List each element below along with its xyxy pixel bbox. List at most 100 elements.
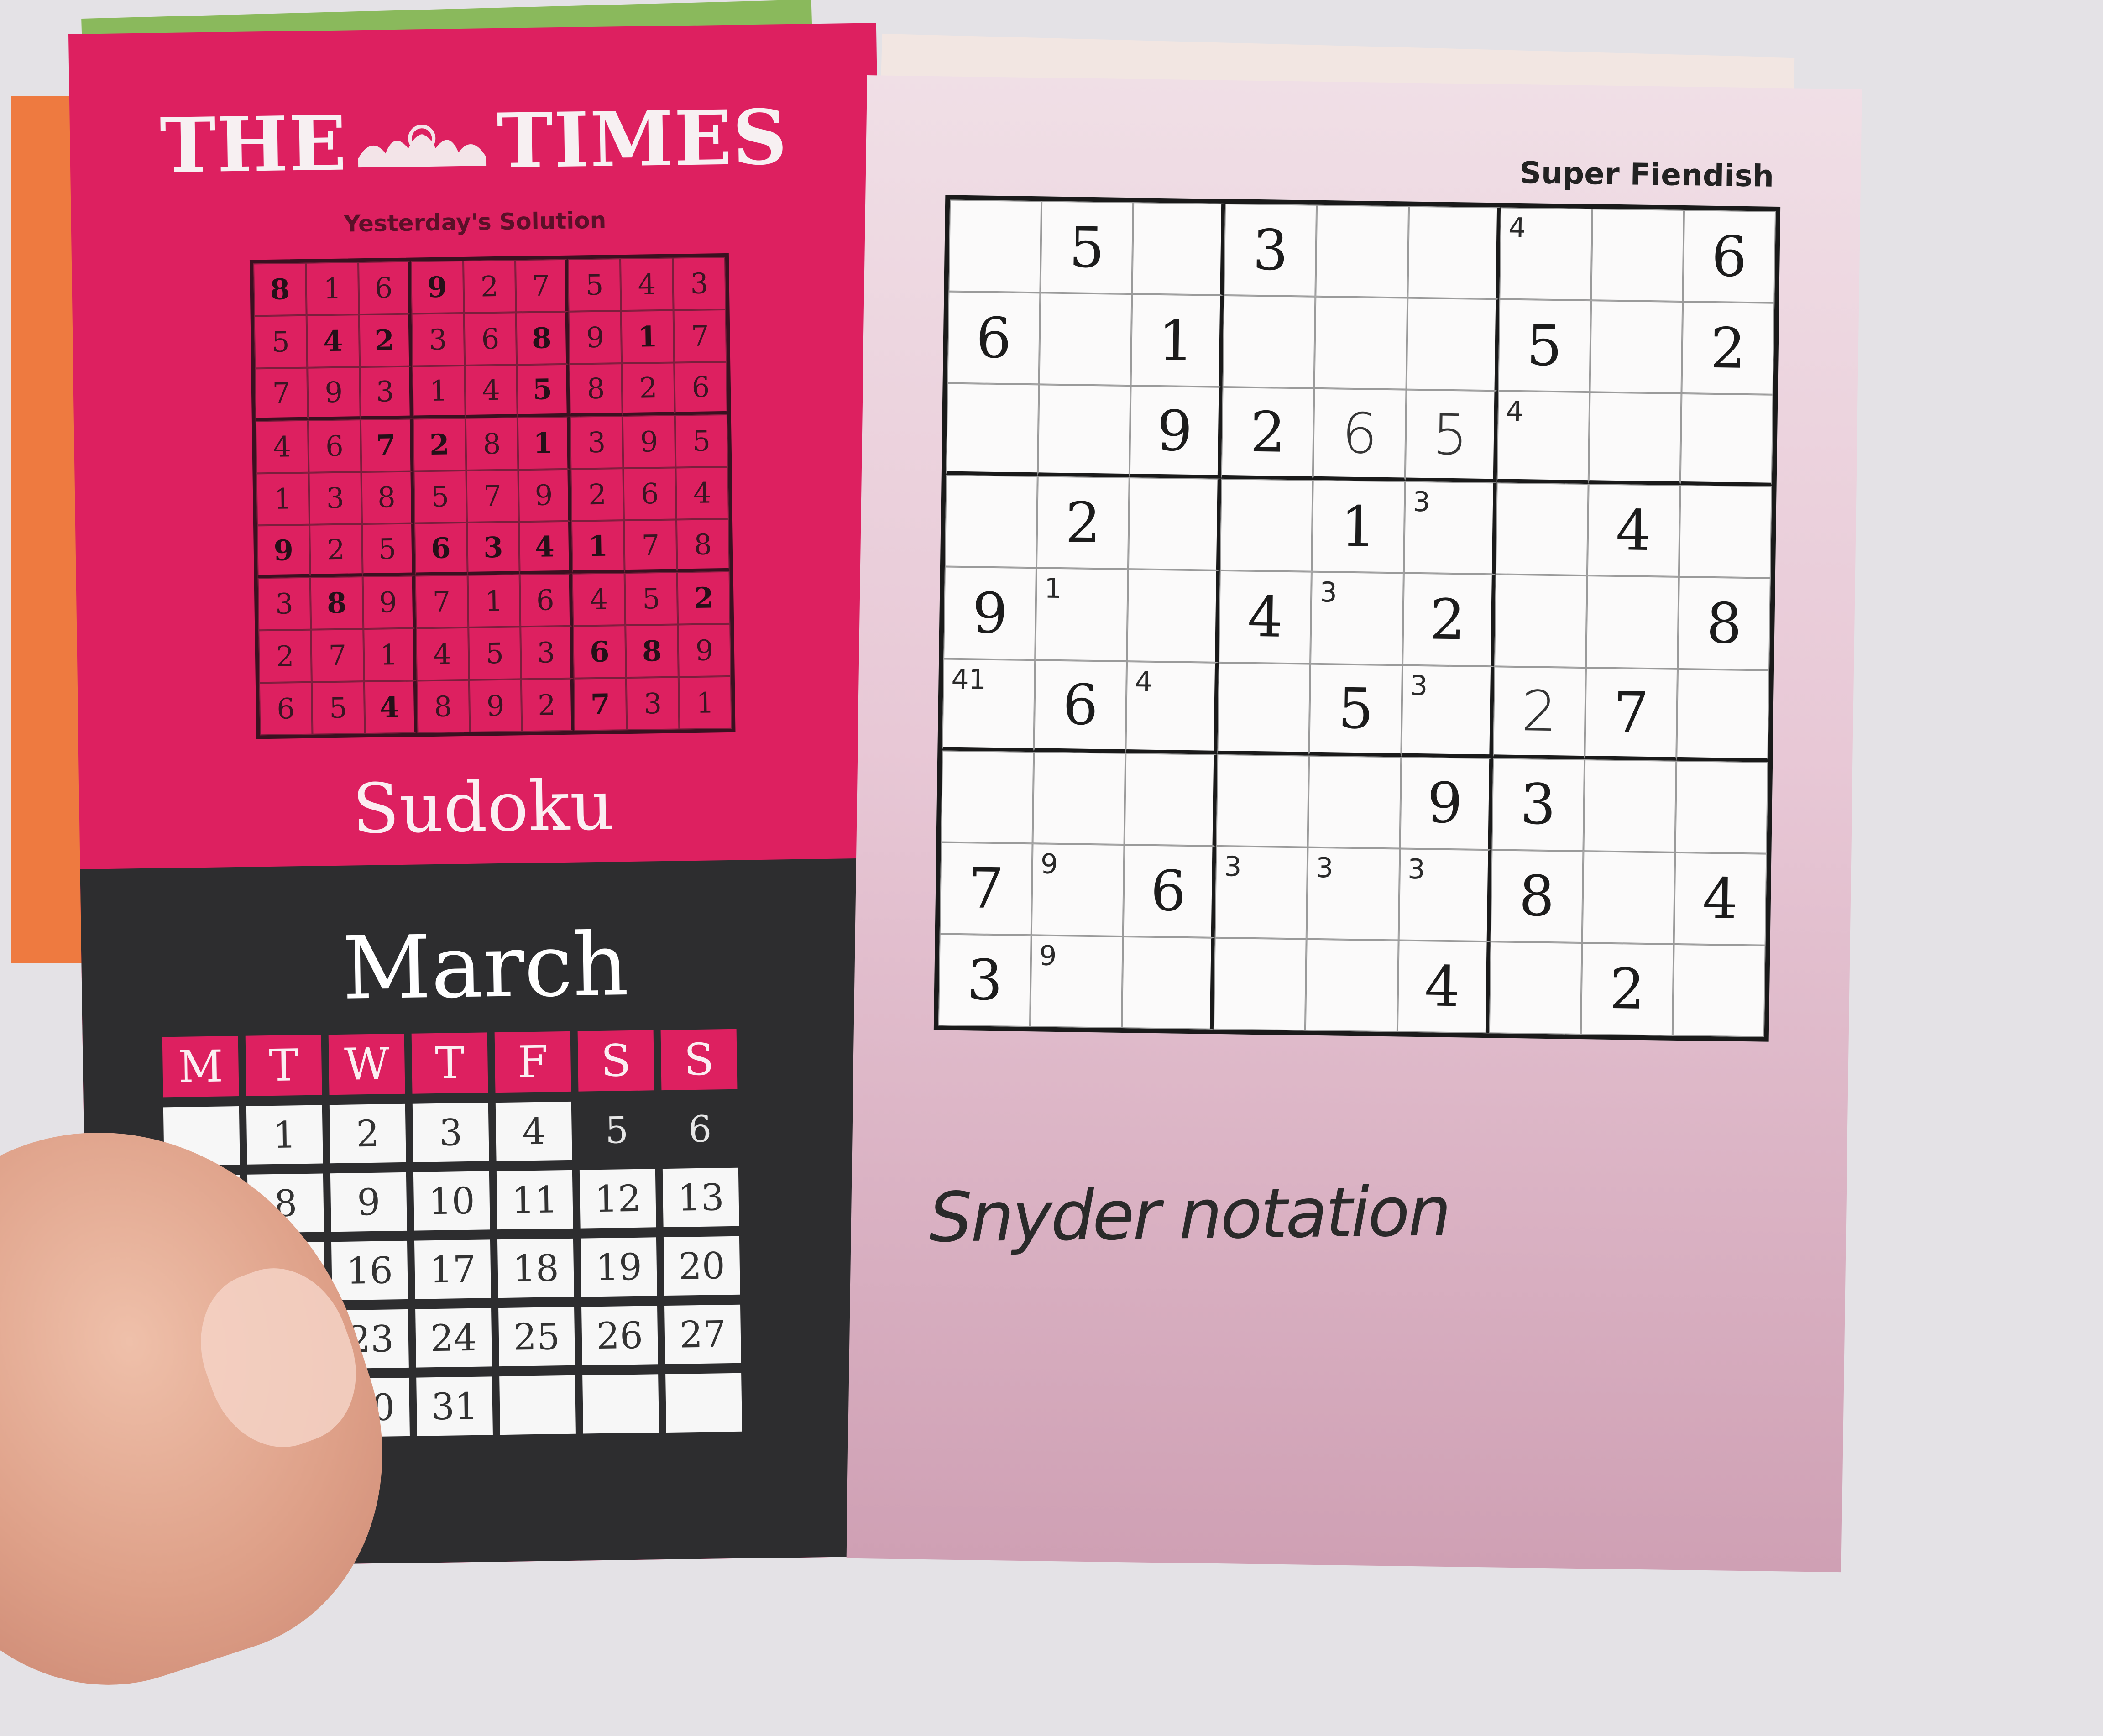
given-digit: 4 [1702,866,1739,932]
puzzle-cell[interactable] [1308,755,1401,849]
puzzle-cell[interactable] [1495,482,1589,576]
puzzle-cell[interactable]: 6 [1034,659,1127,753]
puzzle-cell[interactable]: 2 [1221,387,1314,481]
puzzle-cell[interactable]: 4 [1219,570,1312,664]
puzzle-cell[interactable]: 1 [1130,294,1224,387]
puzzle-cell[interactable] [1489,941,1582,1035]
puzzle-cell[interactable]: 2 [1402,573,1496,666]
puzzle-cell[interactable] [1124,753,1218,846]
pencil-mark: 3 [1315,852,1334,884]
puzzle-cell[interactable] [1220,479,1313,572]
solution-cell: 3 [520,626,574,680]
puzzle-cell[interactable]: 5 [1498,299,1591,392]
puzzle-cell[interactable]: 3 [1307,847,1400,941]
puzzle-cell[interactable]: 7 [939,842,1033,936]
puzzle-cell[interactable]: 3 [938,934,1031,1027]
puzzle-cell[interactable] [1127,569,1220,663]
puzzle-cell[interactable] [1591,209,1684,302]
puzzle-cell[interactable]: 2 [1036,476,1130,570]
puzzle-cell[interactable]: 2 [1681,302,1775,395]
puzzle-cell[interactable]: 9 [1400,757,1493,850]
puzzle-cell[interactable]: 4 [1496,391,1590,484]
puzzle-cell[interactable] [1032,751,1126,845]
puzzle-cell[interactable] [1406,298,1499,391]
solution-cell: 2 [463,260,517,313]
puzzle-cell[interactable] [1122,936,1215,1030]
puzzle-cell[interactable] [941,750,1034,843]
puzzle-cell[interactable] [1132,202,1225,296]
puzzle-cell[interactable]: 8 [1490,850,1584,943]
puzzle-cell[interactable] [1582,851,1675,944]
puzzle-cell[interactable]: 9 [1031,843,1125,936]
puzzle-cell[interactable]: 2 [1580,942,1674,1036]
puzzle-cell[interactable]: 3 [1401,665,1494,758]
puzzle-cell[interactable] [1222,295,1316,388]
puzzle-cell[interactable]: 3 [1491,758,1585,851]
puzzle-cell[interactable]: 1 [1312,480,1405,573]
puzzle-cell[interactable] [1679,485,1772,579]
puzzle-cell[interactable]: 3 [1224,203,1317,297]
puzzle-cell[interactable]: 3 [1398,848,1492,942]
given-digit: 2 [1710,315,1747,381]
puzzle-cell[interactable] [1494,574,1587,668]
solution-cell: 2 [309,524,363,578]
puzzle-cell[interactable]: 4 [1674,852,1767,946]
puzzle-cell[interactable] [1676,669,1769,762]
calendar-day: 9 [330,1172,407,1232]
calendar-day: 3 [412,1103,489,1162]
calendar-day: 12 [579,1169,656,1229]
puzzle-cell[interactable]: 8 [1677,577,1771,670]
puzzle-cell[interactable]: 3 [1403,481,1497,575]
puzzle-cell[interactable]: 4 [1499,207,1592,301]
puzzle-cell[interactable]: 9 [943,566,1037,660]
puzzle-cell[interactable]: 3 [1215,846,1308,939]
puzzle-cell[interactable] [1680,393,1773,487]
puzzle-cell[interactable]: 2 [1492,666,1586,759]
calendar-weekday: S [577,1030,654,1092]
puzzle-cell[interactable] [1675,760,1768,854]
puzzle-cell[interactable] [1314,296,1407,390]
puzzle-cell[interactable]: 6 [1123,844,1216,938]
solution-cell: 1 [621,310,675,363]
puzzle-cell[interactable]: 6 [947,291,1041,385]
puzzle-cell[interactable]: 9 [1030,935,1123,1028]
puzzle-cell[interactable] [1216,754,1309,847]
puzzle-cell[interactable] [1583,759,1677,852]
puzzle-cell[interactable]: 41 [942,659,1036,752]
puzzle-cell[interactable] [1128,477,1222,571]
solution-cell: 6 [414,523,468,576]
puzzle-cell[interactable]: 7 [1584,667,1678,761]
puzzle-cell[interactable] [1315,204,1409,298]
solution-cell: 9 [410,260,464,314]
puzzle-cell[interactable] [1590,300,1683,394]
given-digit: 2 [1065,490,1101,556]
puzzle-cell[interactable]: 3 [1310,572,1404,665]
puzzle-cell[interactable] [1407,206,1501,299]
puzzle-cell[interactable] [948,199,1042,293]
puzzle-cell[interactable] [1037,384,1131,478]
solution-cell: 6 [623,467,677,521]
given-digit: 9 [1156,398,1193,464]
puzzle-cell[interactable] [1672,944,1766,1037]
puzzle-cell[interactable]: 4 [1397,940,1491,1034]
puzzle-cell[interactable] [1305,939,1399,1032]
solution-cell: 4 [464,365,518,418]
puzzle-cell[interactable]: 5 [1309,664,1402,757]
puzzle-cell[interactable]: 9 [1129,386,1223,479]
puzzle-grid: 5 3 4 6 6 1 5 2 9 2 6 5 4 2 1 3 4 9 1 4 3 2 8 41 6 4 5 3 2 7 9 3 7 9 6 3 3 3 8… [933,195,1781,1042]
puzzle-cell[interactable] [946,383,1039,476]
puzzle-cell[interactable]: 5 [1040,201,1134,294]
puzzle-cell[interactable] [1217,662,1311,756]
puzzle-cell[interactable] [1214,937,1307,1031]
puzzle-cell[interactable]: 6 [1683,210,1776,303]
puzzle-cell[interactable]: 6 [1313,388,1407,481]
puzzle-cell[interactable]: 4 [1125,661,1219,754]
puzzle-cell[interactable]: 4 [1587,484,1680,577]
puzzle-cell[interactable] [944,475,1038,568]
puzzle-cell[interactable] [1585,575,1679,669]
puzzle-cell[interactable] [1588,392,1682,486]
puzzle-cell[interactable] [1039,293,1132,386]
puzzle-cell[interactable]: 1 [1035,568,1129,661]
puzzle-cell[interactable]: 5 [1405,389,1498,483]
difficulty-label: Super Fiendish [1519,155,1774,194]
